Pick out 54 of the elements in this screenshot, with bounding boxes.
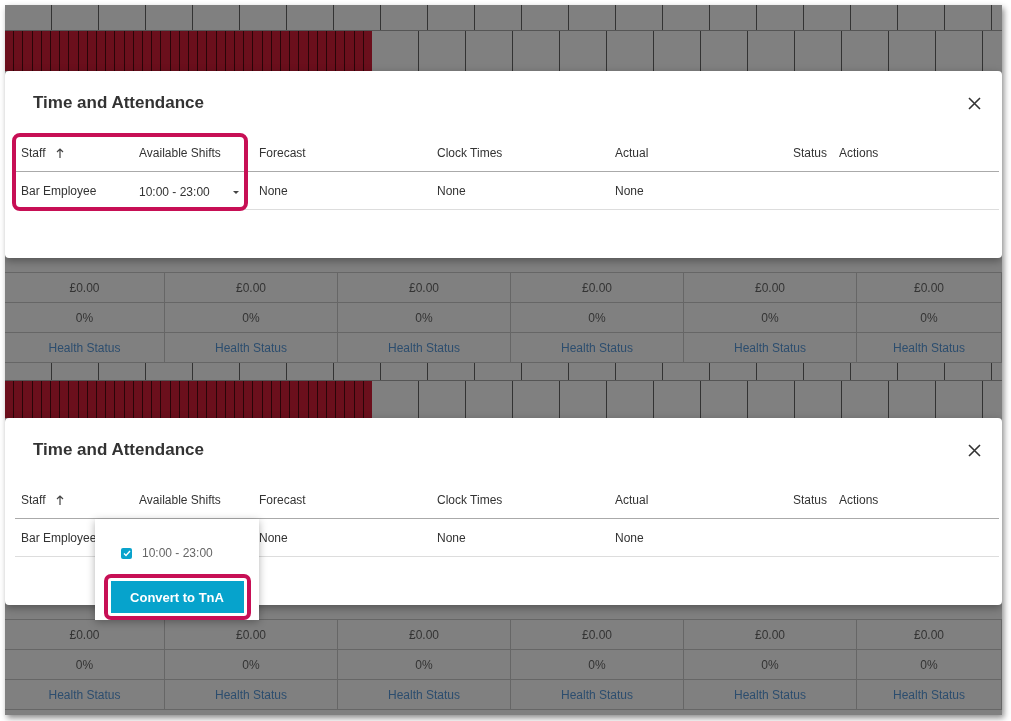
column-header[interactable]: Actual bbox=[615, 146, 649, 160]
column-header[interactable]: Forecast bbox=[259, 493, 306, 507]
column-header[interactable]: Clock Times bbox=[437, 146, 503, 160]
sort-arrow-icon bbox=[56, 495, 65, 505]
column-header[interactable]: Actual bbox=[615, 493, 649, 507]
shift-select[interactable]: 10:00 - 23:00 bbox=[139, 179, 239, 208]
amount-text: £0.00 bbox=[69, 280, 100, 295]
column-header[interactable]: Staff bbox=[21, 493, 65, 507]
column-header[interactable]: Status bbox=[792, 493, 827, 507]
amount-text: £0.00 bbox=[236, 627, 266, 642]
column-header[interactable]: Staff bbox=[21, 146, 65, 160]
table-cell: Bar Employee bbox=[21, 530, 97, 545]
column-header[interactable]: Available Shifts bbox=[139, 493, 221, 507]
percent-text: 0% bbox=[415, 310, 433, 325]
percent-text: 0% bbox=[242, 310, 260, 325]
table-cell: Bar Employee bbox=[21, 183, 97, 198]
amount-text: £0.00 bbox=[914, 280, 944, 295]
percent-text: 0% bbox=[588, 310, 606, 325]
amount-text: £0.00 bbox=[914, 627, 944, 642]
table-cell: None bbox=[615, 530, 644, 545]
dialog-title: Time and Attendance bbox=[33, 440, 204, 460]
column-header[interactable]: Actions bbox=[839, 146, 879, 160]
percent-text: 0% bbox=[761, 310, 779, 325]
table-cell: None bbox=[259, 530, 288, 545]
percent-text: 0% bbox=[242, 657, 260, 672]
amount-text: £0.00 bbox=[236, 280, 266, 295]
column-header[interactable]: Clock Times bbox=[437, 493, 503, 507]
checkbox[interactable] bbox=[121, 547, 132, 559]
amount-text: £0.00 bbox=[409, 280, 439, 295]
amount-text: £0.00 bbox=[755, 280, 785, 295]
column-header[interactable]: Available Shifts bbox=[139, 146, 221, 160]
amount-text: £0.00 bbox=[582, 280, 612, 295]
caret-icon bbox=[233, 190, 239, 194]
table-cell: None bbox=[259, 183, 288, 198]
table-cell: None bbox=[437, 183, 466, 198]
column-header[interactable]: Status bbox=[792, 146, 827, 160]
percent-text: 0% bbox=[75, 657, 94, 672]
amount-text: £0.00 bbox=[755, 627, 785, 642]
dialog-title: Time and Attendance bbox=[33, 93, 204, 113]
amount-text: £0.00 bbox=[409, 627, 439, 642]
shift-option[interactable]: 10:00 - 23:00 bbox=[121, 546, 213, 560]
percent-text: 0% bbox=[415, 657, 433, 672]
sort-arrow-icon bbox=[56, 148, 65, 158]
amount-text: £0.00 bbox=[582, 627, 612, 642]
column-header[interactable]: Forecast bbox=[259, 146, 306, 160]
percent-text: 0% bbox=[920, 657, 938, 672]
percent-text: 0% bbox=[75, 310, 94, 325]
percent-text: 0% bbox=[761, 657, 779, 672]
table-cell: None bbox=[437, 530, 466, 545]
percent-text: 0% bbox=[588, 657, 606, 672]
amount-text: £0.00 bbox=[69, 627, 100, 642]
percent-text: 0% bbox=[920, 310, 938, 325]
table-cell: None bbox=[615, 183, 644, 198]
column-header[interactable]: Actions bbox=[839, 493, 879, 507]
